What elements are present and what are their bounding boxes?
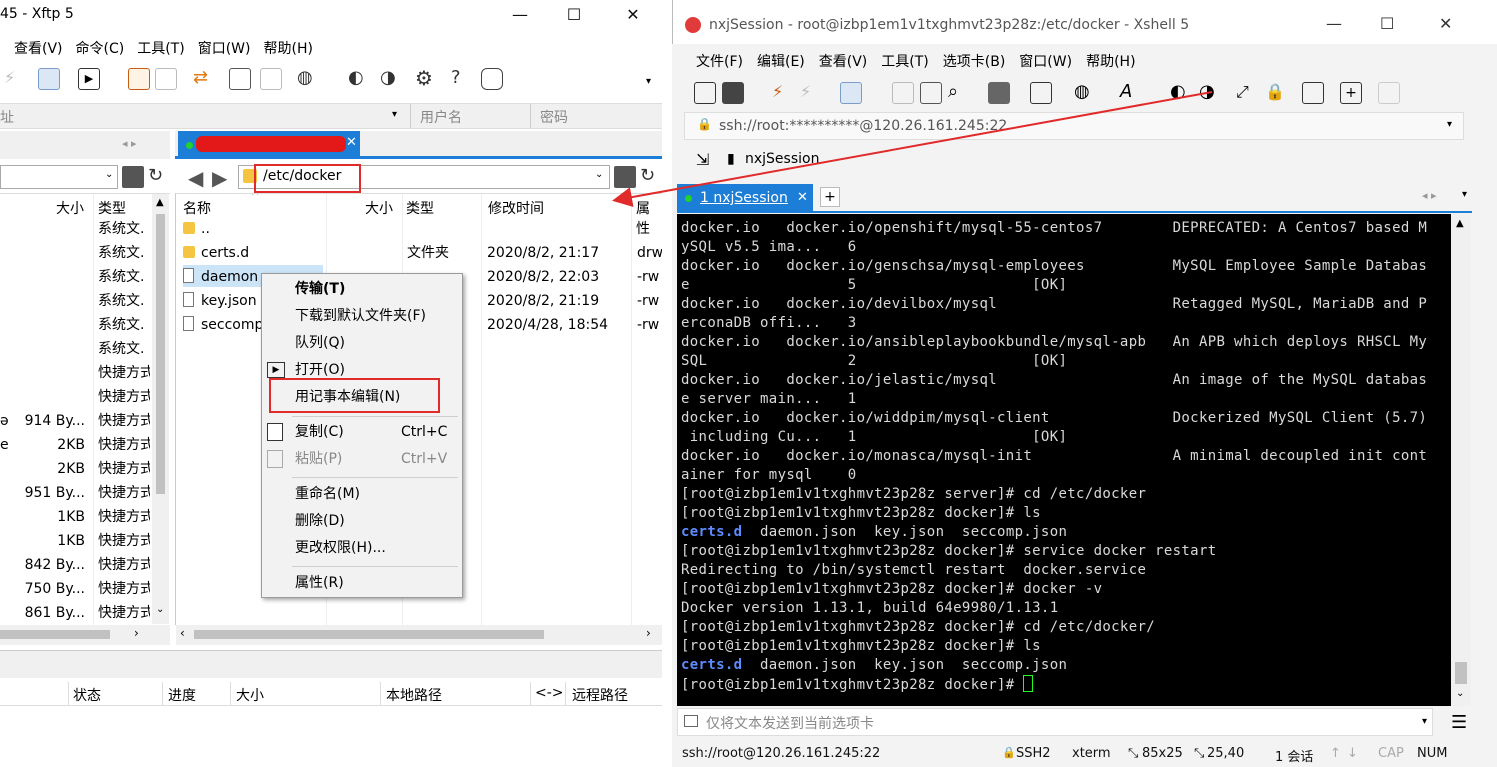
annotation-arrow (612, 91, 1213, 207)
